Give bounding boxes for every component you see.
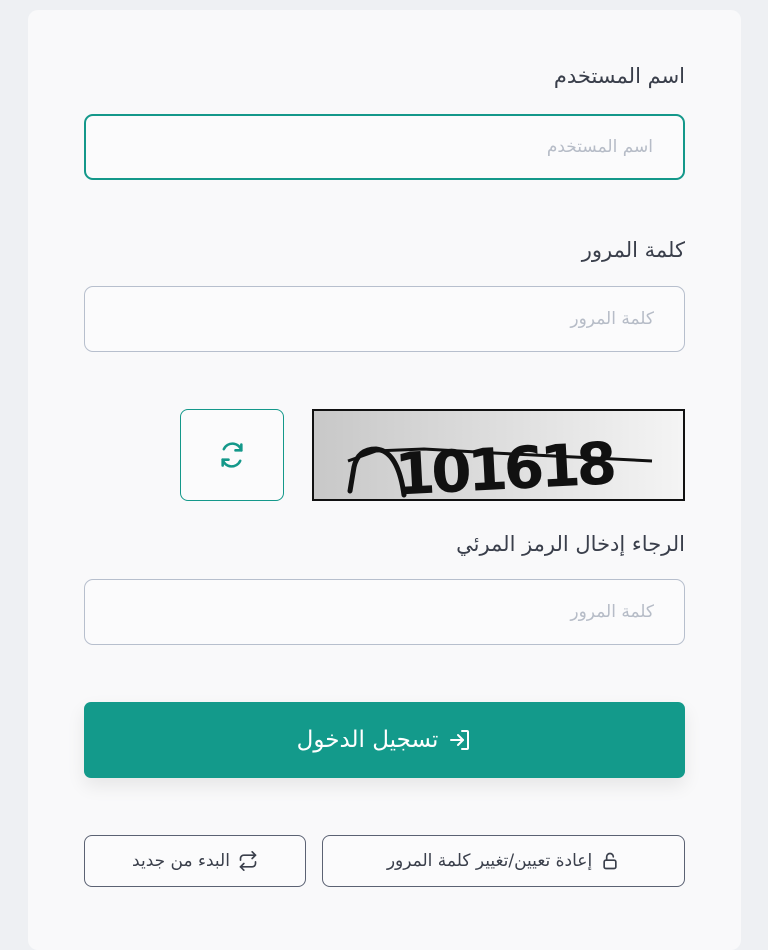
captcha-input[interactable]: كلمة المرور — [84, 579, 685, 645]
captcha-label: الرجاء إدخال الرمز المرئي — [456, 532, 685, 556]
reset-password-label: إعادة تعيين/تغيير كلمة المرور — [386, 851, 593, 871]
username-input[interactable]: اسم المستخدم — [84, 114, 685, 180]
username-placeholder: اسم المستخدم — [546, 137, 653, 157]
login-button-label: تسجيل الدخول — [296, 727, 439, 753]
captcha-refresh-button[interactable] — [180, 409, 284, 501]
lock-icon — [603, 852, 617, 870]
login-button[interactable]: تسجيل الدخول — [84, 702, 685, 778]
captcha-text: 101618 — [393, 429, 615, 501]
password-label: كلمة المرور — [581, 238, 685, 262]
repeat-icon — [239, 851, 257, 871]
refresh-icon — [221, 442, 243, 468]
restart-label: البدء من جديد — [132, 851, 230, 871]
sign-in-icon — [450, 730, 470, 750]
captcha-placeholder: كلمة المرور — [570, 602, 654, 622]
restart-button[interactable]: البدء من جديد — [84, 835, 306, 887]
password-input[interactable]: كلمة المرور — [84, 286, 685, 352]
username-label: اسم المستخدم — [553, 64, 685, 88]
password-placeholder: كلمة المرور — [570, 309, 654, 329]
reset-password-button[interactable]: إعادة تعيين/تغيير كلمة المرور — [322, 835, 685, 887]
captcha-image: 101618 — [312, 409, 685, 501]
